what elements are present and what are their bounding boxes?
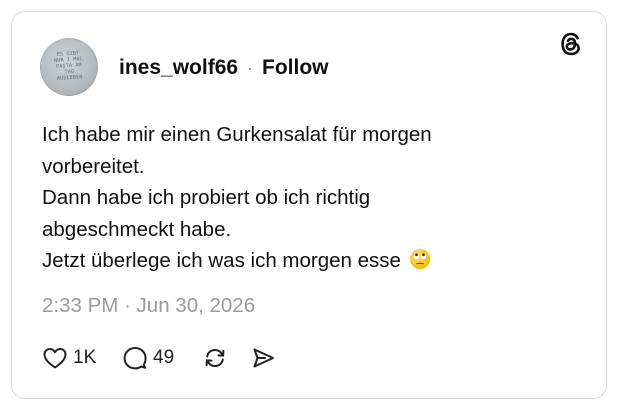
post-line: Jetzt überlege ich was ich morgen esse: [42, 249, 401, 272]
threads-logo-icon[interactable]: [558, 31, 584, 57]
heart-icon: [43, 348, 67, 369]
separator-dot: ·: [247, 58, 253, 78]
share-icon: [253, 348, 274, 368]
like-count: 1K: [73, 347, 97, 368]
follow-button[interactable]: Follow: [262, 56, 329, 80]
avatar[interactable]: ES GIBT NUR 1 MAL PASTA AM TAG AUSLEBEN: [40, 38, 98, 96]
post-line: Ich habe mir einen Gurkensalat für morge…: [42, 123, 432, 146]
username[interactable]: ines_wolf66: [119, 56, 238, 80]
eye-roll-emoji-icon: [409, 248, 430, 270]
post-timestamp[interactable]: 2:33 PM · Jun 30, 2026: [42, 293, 255, 319]
like-button[interactable]: 1K: [42, 343, 96, 373]
comment-button[interactable]: 49: [122, 343, 174, 373]
post-line: vorbereitet.: [42, 154, 145, 178]
comment-icon: [123, 347, 147, 370]
repost-button[interactable]: [202, 343, 228, 373]
post-line: abgeschmeckt habe.: [42, 217, 232, 241]
avatar-text: ES GIBT NUR 1 MAL PASTA AM TAG AUSLEBEN: [53, 50, 84, 82]
post-line: Dann habe ich probiert ob ich richtig: [42, 186, 371, 209]
share-button[interactable]: [250, 343, 276, 373]
post-line-last: Jetzt überlege ich was ich morgen esse: [42, 245, 562, 277]
reply-count: 49: [153, 347, 175, 368]
post-body: Ich habe mir einen Gurkensalat für morge…: [42, 119, 562, 277]
repost-icon: [205, 348, 225, 368]
